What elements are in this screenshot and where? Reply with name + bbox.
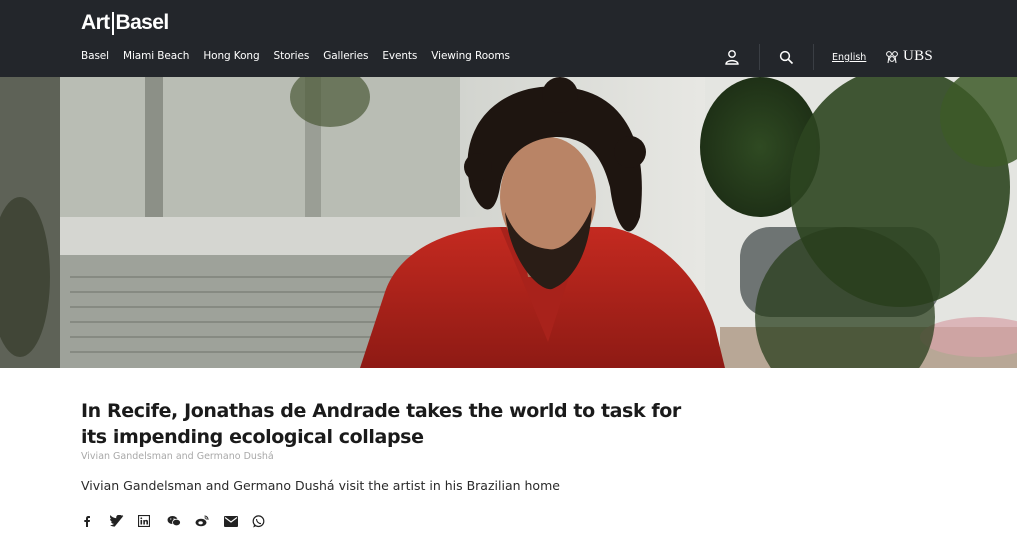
art-basel-logo[interactable]: Art Basel <box>81 10 169 36</box>
article-title: In Recife, Jonathas de Andrade takes the… <box>81 400 681 448</box>
email-icon[interactable] <box>223 513 253 529</box>
nav-item-basel[interactable]: Basel <box>81 50 109 62</box>
ubs-sponsor-logo[interactable]: UBS <box>884 48 933 65</box>
header-divider <box>813 44 814 70</box>
facebook-icon[interactable] <box>81 513 110 529</box>
main-nav: Basel Miami Beach Hong Kong Stories Gall… <box>81 50 524 62</box>
user-icon[interactable] <box>723 48 741 66</box>
hero-image <box>0 77 1017 368</box>
linkedin-icon[interactable] <box>138 513 167 529</box>
logo-word-art: Art <box>81 11 110 34</box>
header-divider <box>759 44 760 70</box>
nav-item-galleries[interactable]: Galleries <box>323 50 368 62</box>
nav-item-miami-beach[interactable]: Miami Beach <box>123 50 189 62</box>
nav-item-stories[interactable]: Stories <box>274 50 310 62</box>
whatsapp-icon[interactable] <box>252 513 281 529</box>
article-byline: Vivian Gandelsman and Germano Dushá <box>81 451 274 462</box>
share-bar <box>81 513 281 529</box>
article-dek: Vivian Gandelsman and Germano Dushá visi… <box>81 478 560 493</box>
weibo-icon[interactable] <box>195 513 224 529</box>
language-selector[interactable]: English <box>832 52 866 63</box>
ubs-keys-icon <box>886 50 898 63</box>
nav-item-events[interactable]: Events <box>382 50 417 62</box>
twitter-icon[interactable] <box>109 513 139 529</box>
ubs-wordmark: UBS <box>903 48 934 64</box>
logo-divider <box>111 11 114 35</box>
search-icon[interactable] <box>777 48 795 66</box>
wechat-icon[interactable] <box>167 513 196 529</box>
nav-item-viewing-rooms[interactable]: Viewing Rooms <box>431 50 510 62</box>
site-header: Art Basel Basel Miami Beach Hong Kong St… <box>0 0 1017 77</box>
nav-item-hong-kong[interactable]: Hong Kong <box>203 50 259 62</box>
logo-word-basel: Basel <box>115 11 170 34</box>
